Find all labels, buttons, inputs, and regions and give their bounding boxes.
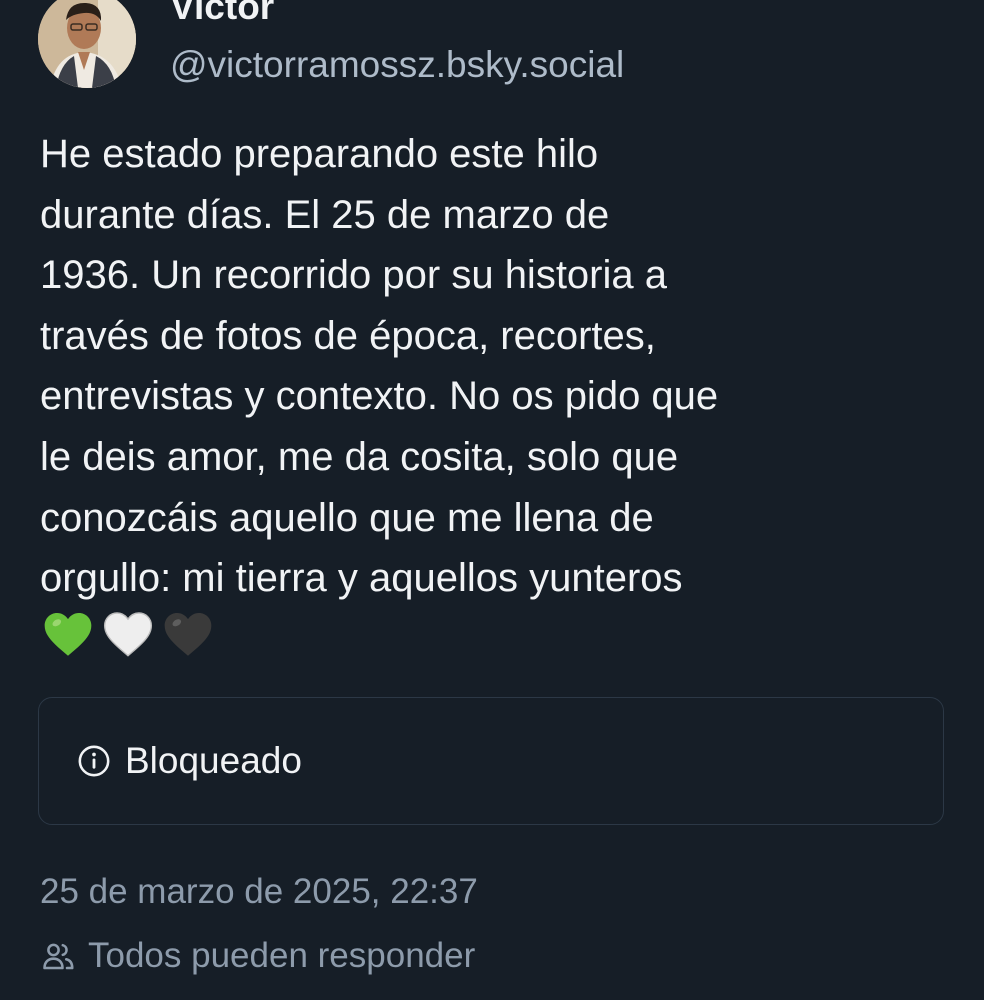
author-handle[interactable]: @victorramossz.bsky.social <box>170 44 624 86</box>
black-heart-icon <box>164 613 212 656</box>
reply-setting-label: Todos pueden responder <box>88 936 476 975</box>
people-icon <box>43 943 74 970</box>
blocked-label: Bloqueado <box>125 740 302 781</box>
post-emoji-row <box>40 606 216 662</box>
blocked-embed-card[interactable]: Bloqueado <box>38 697 944 825</box>
post-thread-item: Victor @victorramossz.bsky.social He est… <box>0 0 984 1000</box>
post-timestamp: 25 de marzo de 2025, 22:37 <box>40 872 478 911</box>
info-circle-icon <box>78 745 110 777</box>
author-display-name[interactable]: Victor <box>170 0 274 28</box>
avatar[interactable] <box>38 0 136 88</box>
post-text: He estado preparando este hilo durante d… <box>40 132 719 601</box>
green-heart-icon <box>44 613 92 656</box>
avatar-photo <box>38 0 136 88</box>
reply-setting-button[interactable]: Todos pueden responder <box>40 936 475 976</box>
white-heart-icon <box>103 612 153 657</box>
